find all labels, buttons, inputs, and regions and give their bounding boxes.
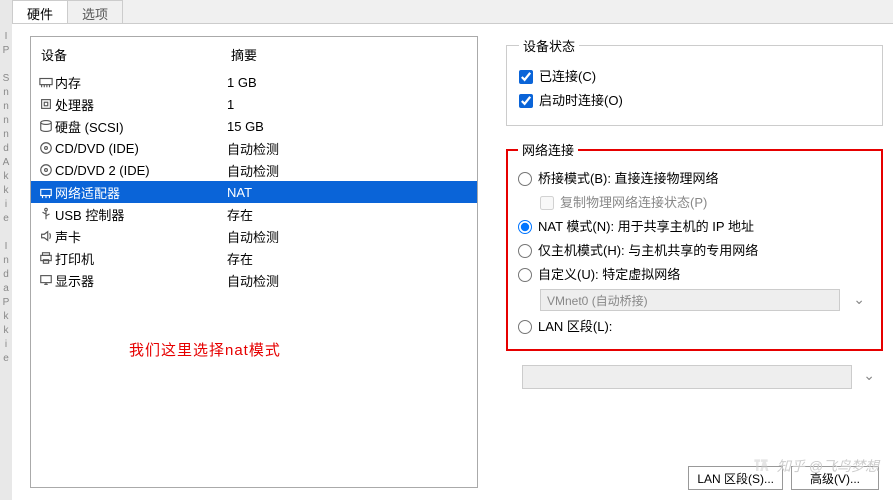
device-row[interactable]: 声卡自动检测	[31, 225, 477, 247]
device-row[interactable]: 显示器自动检测	[31, 269, 477, 291]
radio-nat-row[interactable]: NAT 模式(N): 用于共享主机的 IP 地址	[518, 217, 873, 237]
device-name: CD/DVD (IDE)	[55, 141, 227, 156]
device-detail-panel: 设备状态 已连接(C) 启动时连接(O) 网络连接 桥接模式(B): 直接连接物…	[478, 36, 883, 488]
device-name: CD/DVD 2 (IDE)	[55, 163, 227, 178]
device-summary: 自动检测	[227, 161, 477, 180]
printer-icon	[37, 251, 55, 265]
sound-icon	[37, 229, 55, 243]
poweron-checkbox-row[interactable]: 启动时连接(O)	[519, 91, 872, 111]
radio-hostonly-label: 仅主机模式(H): 与主机共享的专用网络	[538, 241, 758, 261]
device-name: 内存	[55, 73, 227, 92]
tab-strip: 硬件 选项	[12, 0, 893, 24]
device-name: 网络适配器	[55, 183, 227, 202]
radio-lanseg[interactable]	[518, 320, 532, 334]
header-summary: 摘要	[231, 45, 257, 64]
device-name: USB 控制器	[55, 205, 227, 224]
network-connection-group: 网络连接 桥接模式(B): 直接连接物理网络 复制物理网络连接状态(P) NAT…	[506, 140, 883, 351]
radio-bridged-label: 桥接模式(B): 直接连接物理网络	[538, 169, 719, 189]
connected-label: 已连接(C)	[539, 67, 596, 87]
device-name: 声卡	[55, 227, 227, 246]
vm-settings-dialog: 硬件 选项 设备 摘要 内存1 GB处理器1硬盘 (SCSI)15 GBCD/D…	[12, 0, 893, 500]
radio-lanseg-row[interactable]: LAN 区段(L):	[518, 317, 873, 337]
device-summary: 自动检测	[227, 271, 477, 290]
device-row[interactable]: USB 控制器存在	[31, 203, 477, 225]
device-list[interactable]: 内存1 GB处理器1硬盘 (SCSI)15 GBCD/DVD (IDE)自动检测…	[31, 71, 477, 291]
replicate-checkbox-row: 复制物理网络连接状态(P)	[540, 193, 873, 213]
replicate-checkbox	[540, 196, 554, 210]
custom-vmnet-select: VMnet0 (自动桥接)	[540, 289, 840, 311]
net-icon	[37, 185, 55, 199]
device-name: 显示器	[55, 271, 227, 290]
replicate-label: 复制物理网络连接状态(P)	[560, 193, 707, 213]
device-row[interactable]: 网络适配器NAT	[31, 181, 477, 203]
device-list-panel: 设备 摘要 内存1 GB处理器1硬盘 (SCSI)15 GBCD/DVD (ID…	[30, 36, 478, 488]
device-summary: NAT	[227, 185, 477, 200]
cd-icon	[37, 163, 55, 177]
device-row[interactable]: CD/DVD 2 (IDE)自动检测	[31, 159, 477, 181]
device-status-legend: 设备状态	[519, 36, 579, 55]
device-status-group: 设备状态 已连接(C) 启动时连接(O)	[506, 36, 883, 126]
radio-custom-label: 自定义(U): 特定虚拟网络	[538, 265, 680, 285]
usb-icon	[37, 207, 55, 221]
header-device: 设备	[41, 45, 231, 64]
device-name: 打印机	[55, 249, 227, 268]
connected-checkbox[interactable]	[519, 70, 533, 84]
radio-lanseg-label: LAN 区段(L):	[538, 317, 612, 337]
network-connection-legend: 网络连接	[518, 140, 578, 159]
radio-custom[interactable]	[518, 268, 532, 282]
annotation-text: 我们这里选择nat模式	[129, 339, 281, 360]
device-summary: 自动检测	[227, 227, 477, 246]
device-list-header: 设备 摘要	[31, 41, 477, 71]
connected-checkbox-row[interactable]: 已连接(C)	[519, 67, 872, 87]
memory-icon	[37, 75, 55, 89]
device-summary: 存在	[227, 249, 477, 268]
radio-hostonly[interactable]	[518, 244, 532, 258]
device-row[interactable]: 打印机存在	[31, 247, 477, 269]
tab-hardware[interactable]: 硬件	[12, 0, 68, 23]
zhihu-icon	[751, 456, 771, 476]
poweron-checkbox[interactable]	[519, 94, 533, 108]
device-summary: 自动检测	[227, 139, 477, 158]
radio-bridged[interactable]	[518, 172, 532, 186]
radio-nat-label: NAT 模式(N): 用于共享主机的 IP 地址	[538, 217, 754, 237]
device-row[interactable]: CD/DVD (IDE)自动检测	[31, 137, 477, 159]
device-summary: 15 GB	[227, 119, 477, 134]
watermark: 知乎 @飞鸟梦想	[751, 456, 879, 476]
poweron-label: 启动时连接(O)	[539, 91, 623, 111]
device-row[interactable]: 内存1 GB	[31, 71, 477, 93]
device-row[interactable]: 处理器1	[31, 93, 477, 115]
radio-bridged-row[interactable]: 桥接模式(B): 直接连接物理网络	[518, 169, 873, 189]
device-summary: 1	[227, 97, 477, 112]
radio-hostonly-row[interactable]: 仅主机模式(H): 与主机共享的专用网络	[518, 241, 873, 261]
device-name: 硬盘 (SCSI)	[55, 117, 227, 136]
device-summary: 存在	[227, 205, 477, 224]
device-row[interactable]: 硬盘 (SCSI)15 GB	[31, 115, 477, 137]
radio-custom-row[interactable]: 自定义(U): 特定虚拟网络	[518, 265, 873, 285]
device-summary: 1 GB	[227, 75, 477, 90]
display-icon	[37, 273, 55, 287]
disk-icon	[37, 119, 55, 133]
lan-segment-select	[522, 365, 852, 389]
tab-options[interactable]: 选项	[67, 0, 123, 23]
cd-icon	[37, 141, 55, 155]
device-name: 处理器	[55, 95, 227, 114]
cpu-icon	[37, 97, 55, 111]
radio-nat[interactable]	[518, 220, 532, 234]
editor-gutter: IP SnnnndAkkie IndaPkkie	[0, 0, 12, 500]
